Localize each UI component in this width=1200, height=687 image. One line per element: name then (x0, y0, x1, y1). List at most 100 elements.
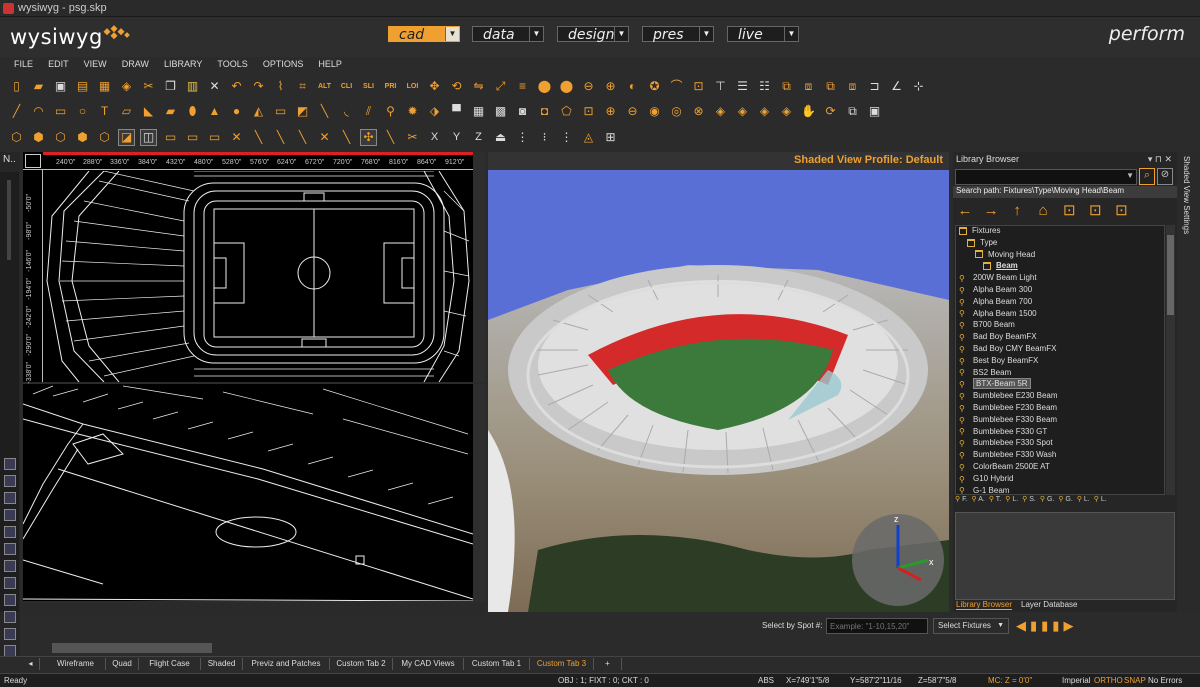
side-tool-8-icon[interactable] (4, 577, 16, 589)
tab-flight-case[interactable]: Flight Case (139, 658, 201, 670)
grid-2-icon[interactable]: ⁝ (536, 129, 553, 146)
library-tree-scrollbar[interactable] (1166, 225, 1175, 495)
menu-tools[interactable]: TOOLS (217, 59, 247, 69)
library-fixture-item[interactable]: ⚲ Alpha Beam 1500 (956, 309, 1164, 321)
chevron-down-icon[interactable]: ▼ (699, 27, 713, 41)
tab-my-cad-views[interactable]: My CAD Views (393, 658, 464, 670)
home-icon[interactable]: ⌂ (1033, 202, 1053, 220)
origin-icon[interactable]: ⊹ (910, 78, 927, 95)
image-icon[interactable]: ▩ (492, 103, 509, 120)
axis-x-icon[interactable]: X (426, 129, 443, 146)
menu-view[interactable]: VIEW (84, 59, 107, 69)
node-icon[interactable]: ✕ (228, 129, 245, 146)
copy-icon[interactable]: ❐ (162, 78, 179, 95)
side-tool-9-icon[interactable] (4, 594, 16, 606)
refresh-icon[interactable]: ⟳ (822, 103, 839, 120)
library-filter-button[interactable]: ⚲ T. (989, 496, 1001, 503)
spot-select-input[interactable] (826, 618, 928, 634)
rectangle-icon[interactable]: ▭ (52, 103, 69, 120)
back-arrow-icon[interactable]: ← (955, 202, 975, 220)
view-left-icon[interactable]: ⬢ (74, 129, 91, 146)
fixture-icon[interactable]: ⚲ (382, 103, 399, 120)
view-top-icon[interactable]: ⬢ (30, 129, 47, 146)
wedge-icon[interactable]: ◣ (140, 103, 157, 120)
box-icon[interactable]: ▱ (118, 103, 135, 120)
screen-icon[interactable]: ▀ (448, 103, 465, 120)
zoom-out-icon[interactable]: ⊖ (624, 103, 641, 120)
library-tool-3-icon[interactable]: ⊡ (1111, 202, 1131, 220)
select-icon[interactable]: ⌇ (272, 78, 289, 95)
grid-3-icon[interactable]: ⋮ (558, 129, 575, 146)
ungroup-icon[interactable]: ⧈ (800, 78, 817, 95)
snap-mid-icon[interactable]: ╲ (294, 129, 311, 146)
tripod-icon[interactable]: ⏏ (492, 129, 509, 146)
library-filter-button[interactable]: ⚲ F. (955, 496, 968, 503)
snap-perp-icon[interactable]: ✕ (316, 129, 333, 146)
redo-icon[interactable]: ↷ (250, 78, 267, 95)
shaded-view-settings-tab[interactable]: Shaded View Settings (1178, 152, 1200, 612)
library-tool-2-icon[interactable]: ⊡ (1085, 202, 1105, 220)
axis-z-icon[interactable]: Z (470, 129, 487, 146)
circle-icon[interactable]: ○ (74, 103, 91, 120)
gobo-icon[interactable]: ✪ (646, 78, 663, 95)
side-tool-1-icon[interactable] (4, 458, 16, 470)
view-4-icon[interactable]: ◈ (778, 103, 795, 120)
menu-library[interactable]: LIBRARY (164, 59, 202, 69)
select-pri-icon[interactable]: PRI (382, 78, 399, 95)
perspective-view-scrollbar[interactable] (473, 384, 485, 601)
library-fixture-item[interactable]: ⚲ G10 Hybrid (956, 474, 1164, 486)
window-icon[interactable]: ⧉ (844, 103, 861, 120)
list-2-icon[interactable]: ☷ (756, 78, 773, 95)
chevron-down-icon[interactable]: ▼ (614, 27, 628, 41)
focus-point-icon[interactable]: ⬗ (426, 103, 443, 120)
render-icon[interactable]: ▣ (866, 103, 883, 120)
pipe-3-icon[interactable]: ⫽ (360, 103, 377, 120)
library-fixture-item[interactable]: ⚲ Bumblebee F230 Beam (956, 403, 1164, 415)
undo-icon[interactable]: ↶ (228, 78, 245, 95)
snap-grid-icon[interactable]: ✣ (360, 128, 377, 146)
library-filter-button[interactable]: ⚲ S. (1022, 496, 1036, 503)
select-loi-icon[interactable]: LOI (404, 78, 421, 95)
print-icon[interactable]: ▦ (96, 78, 113, 95)
scale-icon[interactable]: ⤢ (492, 78, 509, 95)
snap-end-icon[interactable]: ╲ (272, 129, 289, 146)
group-icon[interactable]: ⧉ (778, 78, 795, 95)
mode-data[interactable]: data ▼ (472, 26, 544, 43)
library-folder-item[interactable]: Moving Head (956, 250, 1164, 262)
dimension-icon[interactable]: ⊐ (866, 78, 883, 95)
library-fixture-item[interactable]: ⚲ Bumblebee F330 Spot (956, 438, 1164, 450)
tab-wireframe[interactable]: Wireframe (46, 658, 106, 670)
view-icon[interactable]: ◈ (712, 103, 729, 120)
list-icon[interactable]: ☰ (734, 78, 751, 95)
view-back-icon[interactable]: ◪ (118, 128, 135, 146)
plane-3-icon[interactable]: ▭ (206, 129, 223, 146)
focus-icon[interactable]: ⊕ (602, 78, 619, 95)
library-fixture-item[interactable]: ⚲ Bumblebee F330 GT (956, 427, 1164, 439)
side-tool-4-icon[interactable] (4, 509, 16, 521)
label-icon[interactable]: ⊡ (690, 78, 707, 95)
grid-icon[interactable]: ⋮ (514, 129, 531, 146)
snap-tan-icon[interactable]: ╲ (338, 129, 355, 146)
hole-icon[interactable]: ◘ (536, 103, 553, 120)
library-fixture-item[interactable]: ⚲ Best Boy BeamFX (956, 356, 1164, 368)
cube-icon[interactable]: ◈ (118, 78, 135, 95)
status-ortho[interactable]: ORTHO (1094, 676, 1123, 685)
arc-icon[interactable]: ◠ (30, 103, 47, 120)
angle-icon[interactable]: ∠ (888, 78, 905, 95)
open-folder-icon[interactable]: ▰ (30, 78, 47, 95)
print-preview-icon[interactable]: ▤ (74, 78, 91, 95)
status-units[interactable]: Imperial (1062, 676, 1090, 685)
new-file-icon[interactable]: ▯ (8, 78, 25, 95)
ucs-icon[interactable]: ⊞ (602, 129, 619, 146)
library-fixture-item[interactable]: ⚲ Bumblebee E230 Beam (956, 391, 1164, 403)
menu-help[interactable]: HELP (318, 59, 342, 69)
filter-icon[interactable]: ⊘ (1157, 168, 1173, 185)
tab-scroll-thumb[interactable] (52, 643, 212, 653)
library-filter-button[interactable]: ⚲ L. (1094, 496, 1107, 503)
side-tool-6-icon[interactable] (4, 543, 16, 555)
library-folder-item[interactable]: Fixtures (956, 226, 1164, 238)
view-front-icon[interactable]: ⬡ (52, 129, 69, 146)
chevron-down-icon[interactable]: ▼ (784, 27, 798, 41)
sphere-icon[interactable]: ● (228, 103, 245, 120)
tab-custom-3[interactable]: Custom Tab 3 (530, 658, 594, 670)
